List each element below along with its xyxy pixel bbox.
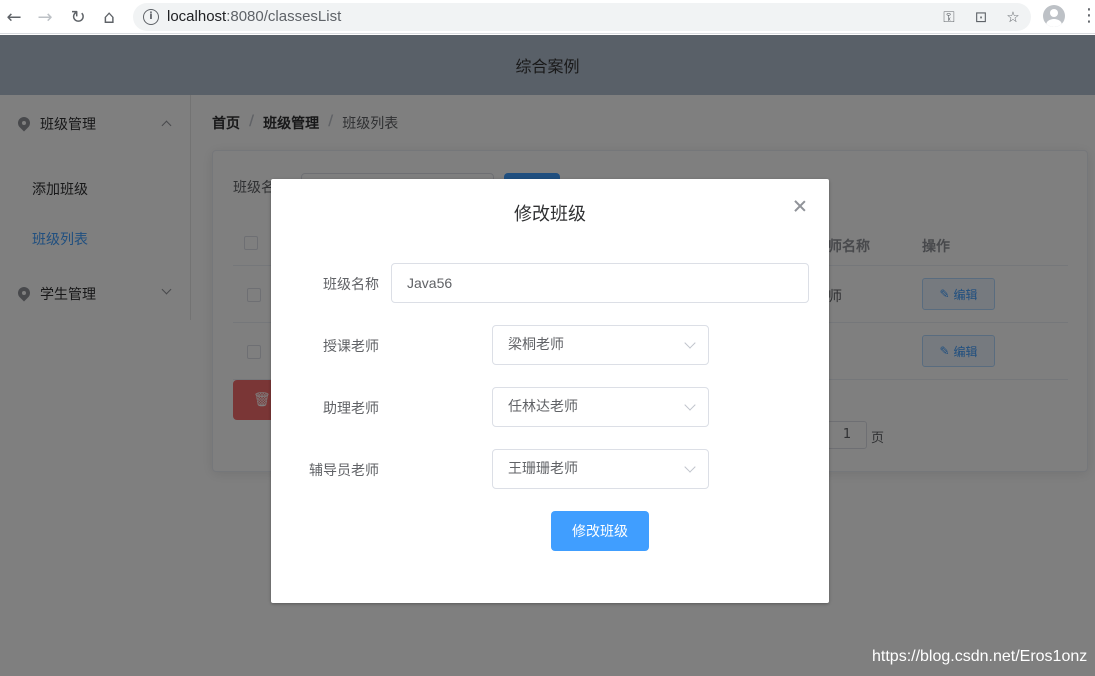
profile-avatar[interactable] <box>1043 5 1065 27</box>
star-icon[interactable]: ☆ <box>1003 7 1023 27</box>
teacher-select-value: 梁桐老师 <box>508 337 564 353</box>
home-icon[interactable]: ⌂ <box>97 5 121 29</box>
submit-edit-button[interactable]: 修改班级 <box>551 511 649 551</box>
reload-icon[interactable]: ↻ <box>66 5 90 29</box>
assistant-select-value: 任林达老师 <box>508 399 578 415</box>
edit-class-dialog: 修改班级 班级名称 Java56 授课老师 梁桐老师 助理老师 任林达老师 辅导… <box>271 179 829 603</box>
chevron-down-icon <box>684 461 696 473</box>
address-bar[interactable]: i localhost:8080/classesList ⚿ ⊡ ☆ <box>133 3 1031 31</box>
browser-toolbar: ← → ↻ ⌂ i localhost:8080/classesList ⚿ ⊡… <box>0 0 1095 34</box>
counselor-select-value: 王珊珊老师 <box>508 461 578 477</box>
chevron-down-icon <box>684 399 696 411</box>
counselor-select[interactable]: 王珊珊老师 <box>492 449 709 489</box>
translate-icon[interactable]: ⊡ <box>971 7 991 27</box>
chevron-down-icon <box>684 337 696 349</box>
counselor-label: 辅导员老师 <box>309 463 379 479</box>
forward-icon[interactable]: → <box>33 5 57 29</box>
dialog-title: 修改班级 <box>514 204 586 225</box>
info-icon[interactable]: i <box>143 9 159 25</box>
close-icon[interactable] <box>793 199 807 213</box>
assistant-label: 助理老师 <box>323 401 379 417</box>
teacher-select[interactable]: 梁桐老师 <box>492 325 709 365</box>
more-icon[interactable]: ⋮ <box>1080 5 1095 29</box>
back-icon[interactable]: ← <box>2 5 26 29</box>
assistant-select[interactable]: 任林达老师 <box>492 387 709 427</box>
class-name-label: 班级名称 <box>323 277 379 293</box>
teacher-label: 授课老师 <box>323 339 379 355</box>
url-text[interactable]: localhost:8080/classesList <box>167 8 341 25</box>
class-name-input[interactable]: Java56 <box>391 263 809 303</box>
key-icon[interactable]: ⚿ <box>939 7 959 27</box>
watermark: https://blog.csdn.net/Eros1onz <box>872 648 1088 665</box>
